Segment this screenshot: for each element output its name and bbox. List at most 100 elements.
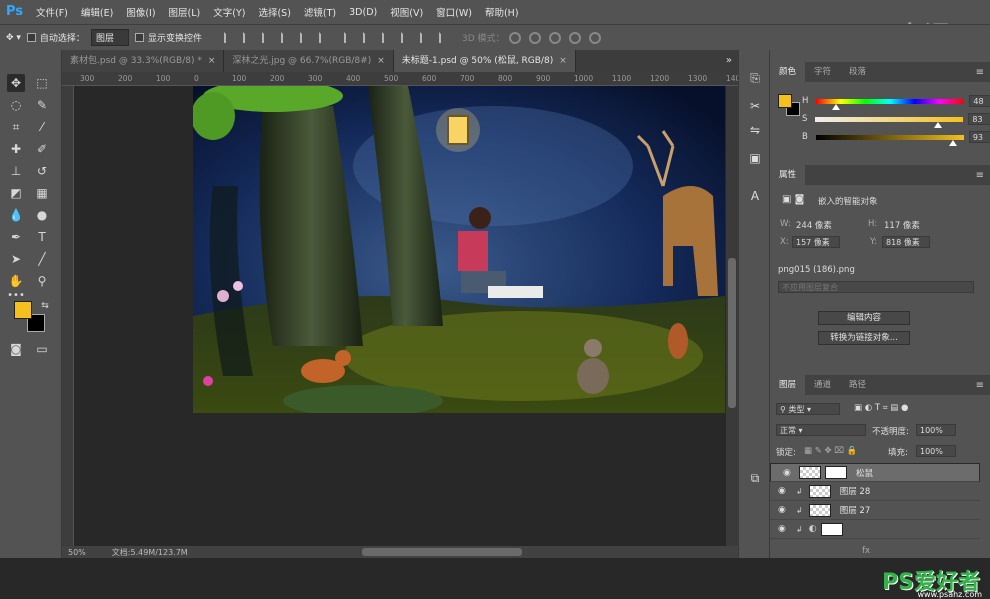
menu-3d[interactable]: 3D(D) — [349, 7, 377, 18]
convert-to-linked-button[interactable]: 转换为链接对象... — [818, 331, 910, 345]
close-icon[interactable]: × — [208, 50, 216, 72]
layer-row[interactable]: ◉ ↲ ◐ — [770, 520, 980, 539]
menu-select[interactable]: 选择(S) — [258, 5, 290, 19]
menu-file[interactable]: 文件(F) — [36, 5, 68, 19]
horizontal-scrollbar-thumb[interactable] — [362, 548, 522, 556]
distribute-left-icon[interactable] — [400, 32, 412, 43]
pen-tool-icon[interactable]: ✒ — [7, 228, 25, 246]
dodge-tool-icon[interactable]: ● — [33, 206, 51, 224]
eye-icon[interactable]: ◉ — [778, 505, 788, 515]
distribute-vcenter-icon[interactable] — [362, 32, 374, 43]
eye-icon[interactable]: ◉ — [778, 486, 788, 496]
foreground-color-swatch[interactable] — [14, 301, 32, 319]
brightness-handle[interactable] — [949, 139, 958, 146]
crop-tool-icon[interactable]: ⌗ — [7, 118, 25, 136]
saturation-handle[interactable] — [934, 121, 943, 128]
tab-document-2[interactable]: 深林之光.jpg @ 66.7%(RGB/8#) × — [224, 50, 394, 72]
opacity-field[interactable]: 100% — [916, 424, 956, 436]
brightness-slider[interactable] — [815, 134, 964, 146]
lasso-tool-icon[interactable]: ◌ — [7, 96, 25, 114]
layer-row[interactable]: ◉ ↲ 图层 28 — [770, 482, 980, 501]
layer-name[interactable]: 松鼠 — [856, 467, 873, 479]
line-tool-icon[interactable]: ╱ — [33, 250, 51, 268]
layer-name[interactable]: 图层 28 — [840, 485, 871, 497]
align-right-icon[interactable] — [318, 32, 330, 43]
close-icon[interactable]: × — [559, 50, 567, 72]
panel-menu-icon[interactable]: ≡ — [976, 67, 984, 78]
width-value[interactable]: 244 像素 — [796, 219, 832, 231]
tab-layers[interactable]: 图层 — [770, 375, 806, 395]
menu-image[interactable]: 图像(I) — [126, 5, 155, 19]
quick-mask-icon[interactable]: ◙ — [7, 340, 25, 358]
menu-view[interactable]: 视图(V) — [390, 5, 423, 19]
layer-row[interactable]: ◉ 松鼠 — [770, 463, 980, 482]
eye-icon[interactable]: ◉ — [783, 468, 793, 478]
align-vcenter-icon[interactable] — [242, 32, 254, 43]
layer-name[interactable]: 图层 27 — [840, 504, 871, 516]
layer-row[interactable]: ◉ ↲ 图层 27 — [770, 501, 980, 520]
eyedropper-tool-icon[interactable]: ⁄ — [33, 118, 51, 136]
marquee-tool-icon[interactable]: ⬚ — [33, 74, 51, 92]
show-transform-checkbox[interactable]: 显示变换控件 — [134, 31, 202, 44]
panel-menu-icon[interactable]: ≡ — [976, 170, 984, 181]
layer-fx-icon[interactable]: fx — [862, 546, 870, 556]
character-panel-icon[interactable]: A — [747, 188, 763, 204]
eye-icon[interactable]: ◉ — [778, 524, 788, 534]
tab-paragraph[interactable]: 段落 — [840, 62, 875, 82]
layer-filter-icons[interactable]: ▣ ◐ T ⌗ ▤ ● — [854, 403, 908, 413]
zoom-tool-icon[interactable]: ⚲ — [33, 272, 51, 290]
auto-select-dropdown[interactable]: 图层 — [90, 29, 129, 46]
vertical-scrollbar[interactable] — [726, 86, 738, 546]
distribute-hcenter-icon[interactable] — [419, 32, 431, 43]
height-value[interactable]: 117 像素 — [884, 219, 920, 231]
brightness-value[interactable]: 93 — [968, 131, 990, 143]
brush-settings-icon[interactable]: ⇋ — [747, 122, 763, 138]
quick-select-tool-icon[interactable]: ✎ — [33, 96, 51, 114]
move-tool-icon[interactable]: ✥ ▾ — [6, 33, 21, 43]
tab-paths[interactable]: 路径 — [840, 375, 875, 395]
history-panel-icon[interactable]: ⎘ — [747, 70, 763, 86]
path-select-tool-icon[interactable]: ➤ — [7, 250, 25, 268]
align-left-icon[interactable] — [280, 32, 292, 43]
saturation-value[interactable]: 83 — [968, 113, 990, 125]
distribute-bottom-icon[interactable] — [381, 32, 393, 43]
panel-menu-icon[interactable]: ≡ — [976, 380, 984, 391]
adjustments-panel-icon[interactable]: ✂ — [747, 98, 763, 114]
x-field[interactable]: 157 像素 — [792, 236, 840, 248]
3d-slide-icon[interactable] — [568, 31, 581, 44]
hue-value[interactable]: 48 — [969, 95, 990, 107]
blend-mode-dropdown[interactable]: 正常 ▾ — [776, 424, 866, 436]
clone-stamp-tool-icon[interactable]: ⊥ — [7, 162, 25, 180]
swatches-panel-icon[interactable]: ▣ — [747, 150, 763, 166]
zoom-level[interactable]: 50% — [68, 548, 86, 557]
3d-scale-icon[interactable] — [588, 31, 601, 44]
blur-tool-icon[interactable]: 💧 — [7, 206, 25, 224]
3d-pan-icon[interactable] — [548, 31, 561, 44]
checkbox-icon[interactable] — [26, 33, 36, 42]
layer-comps-icon[interactable]: ⧉ — [747, 470, 763, 486]
saturation-slider[interactable] — [815, 116, 964, 128]
menu-edit[interactable]: 编辑(E) — [81, 5, 113, 19]
eraser-tool-icon[interactable]: ◩ — [7, 184, 25, 202]
scrollbar-thumb[interactable] — [728, 258, 736, 408]
screen-mode-icon[interactable]: ▭ — [33, 340, 51, 358]
tab-color[interactable]: 颜色 — [770, 62, 806, 82]
layer-filter-dropdown[interactable]: ⚲ 类型 ▾ — [776, 403, 840, 415]
hue-handle[interactable] — [831, 103, 840, 110]
document-canvas[interactable] — [193, 86, 725, 413]
brush-tool-icon[interactable]: ✐ — [33, 140, 51, 158]
tab-document-3[interactable]: 未标题-1.psd @ 50% (松鼠, RGB/8) × — [393, 50, 576, 72]
menu-filter[interactable]: 滤镜(T) — [304, 5, 336, 19]
checkbox-icon[interactable] — [134, 33, 144, 42]
menu-window[interactable]: 窗口(W) — [436, 5, 472, 19]
close-icon[interactable]: × — [377, 50, 385, 72]
auto-select-checkbox[interactable]: 自动选择： — [26, 31, 85, 44]
history-brush-tool-icon[interactable]: ↺ — [33, 162, 51, 180]
tab-properties[interactable]: 属性 — [770, 165, 806, 185]
menu-layer[interactable]: 图层(L) — [169, 5, 201, 19]
3d-roll-icon[interactable] — [528, 31, 541, 44]
lock-icons[interactable]: ▦ ✎ ✥ ⌧ 🔒 — [804, 446, 857, 456]
menu-help[interactable]: 帮助(H) — [485, 5, 519, 19]
healing-brush-tool-icon[interactable]: ✚ — [7, 140, 25, 158]
menu-type[interactable]: 文字(Y) — [213, 5, 245, 19]
